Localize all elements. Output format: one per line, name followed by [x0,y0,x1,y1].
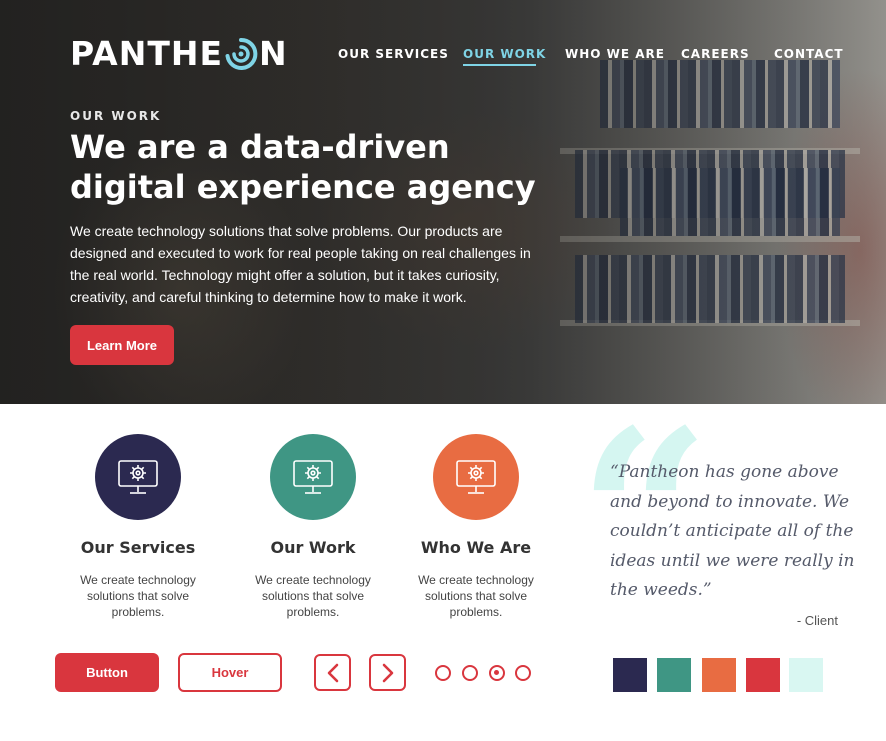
hero-section: PANTHE N OUR SERVICES OUR WORK WHO WE AR… [0,0,886,404]
monitor-gear-icon [433,434,519,520]
color-swatch-orange [702,658,736,692]
feature-card-our-services[interactable]: Our Services We create technology soluti… [53,434,223,620]
monitor-gear-icon [95,434,181,520]
next-button[interactable] [369,654,406,691]
feature-title: Our Services [80,538,196,557]
feature-description: We create technology solutions that solv… [255,573,371,619]
primary-button[interactable]: Button [55,653,159,692]
feature-card-our-work[interactable]: Our Work We create technology solutions … [228,434,398,620]
pagination-dot-2[interactable] [462,665,478,681]
nav-who-we-are[interactable]: WHO WE ARE [565,47,665,63]
hero-eyebrow: OUR WORK [70,109,162,123]
feature-title: Our Work [270,538,356,557]
logo-text-end: N [259,34,288,73]
pagination-dot-3[interactable] [489,665,505,681]
hero-headline-line-2: digital experience agency [70,168,536,206]
nav-careers[interactable]: CAREERS [681,47,750,63]
logo-text-start: PANTHE [70,34,223,73]
gear-o-logo-icon [224,36,258,72]
color-swatch-mint [789,658,823,692]
nav-our-services[interactable]: OUR SERVICES [338,47,449,63]
pagination-dot-1[interactable] [435,665,451,681]
testimonial-author: - Client [796,613,838,628]
prev-button[interactable] [314,654,351,691]
nav-our-work[interactable]: OUR WORK [463,47,546,63]
hero-headline: We are a data-driven digital experience … [70,127,590,207]
hover-button[interactable]: Hover [178,653,282,692]
learn-more-button[interactable]: Learn More [70,325,174,365]
feature-card-who-we-are[interactable]: Who We Are We create technology solution… [391,434,561,620]
color-swatch-navy [613,658,647,692]
monitor-gear-icon [270,434,356,520]
feature-description: We create technology solutions that solv… [80,573,196,619]
pagination-dot-4[interactable] [515,665,531,681]
nav-contact[interactable]: CONTACT [774,47,844,63]
feature-description: We create technology solutions that solv… [418,573,534,619]
feature-title: Who We Are [420,538,532,557]
testimonial-quote: “Pantheon has gone above and beyond to i… [610,462,855,600]
hero-intro: We create technology solutions that solv… [70,223,531,305]
brand-logo[interactable]: PANTHE N [70,36,288,72]
nav-active-underline [463,64,536,66]
color-swatch-teal [657,658,691,692]
color-swatch-red [746,658,780,692]
hero-headline-line-1: We are a data-driven [70,128,450,166]
chevron-right-icon [382,663,393,682]
chevron-left-icon [327,663,338,682]
